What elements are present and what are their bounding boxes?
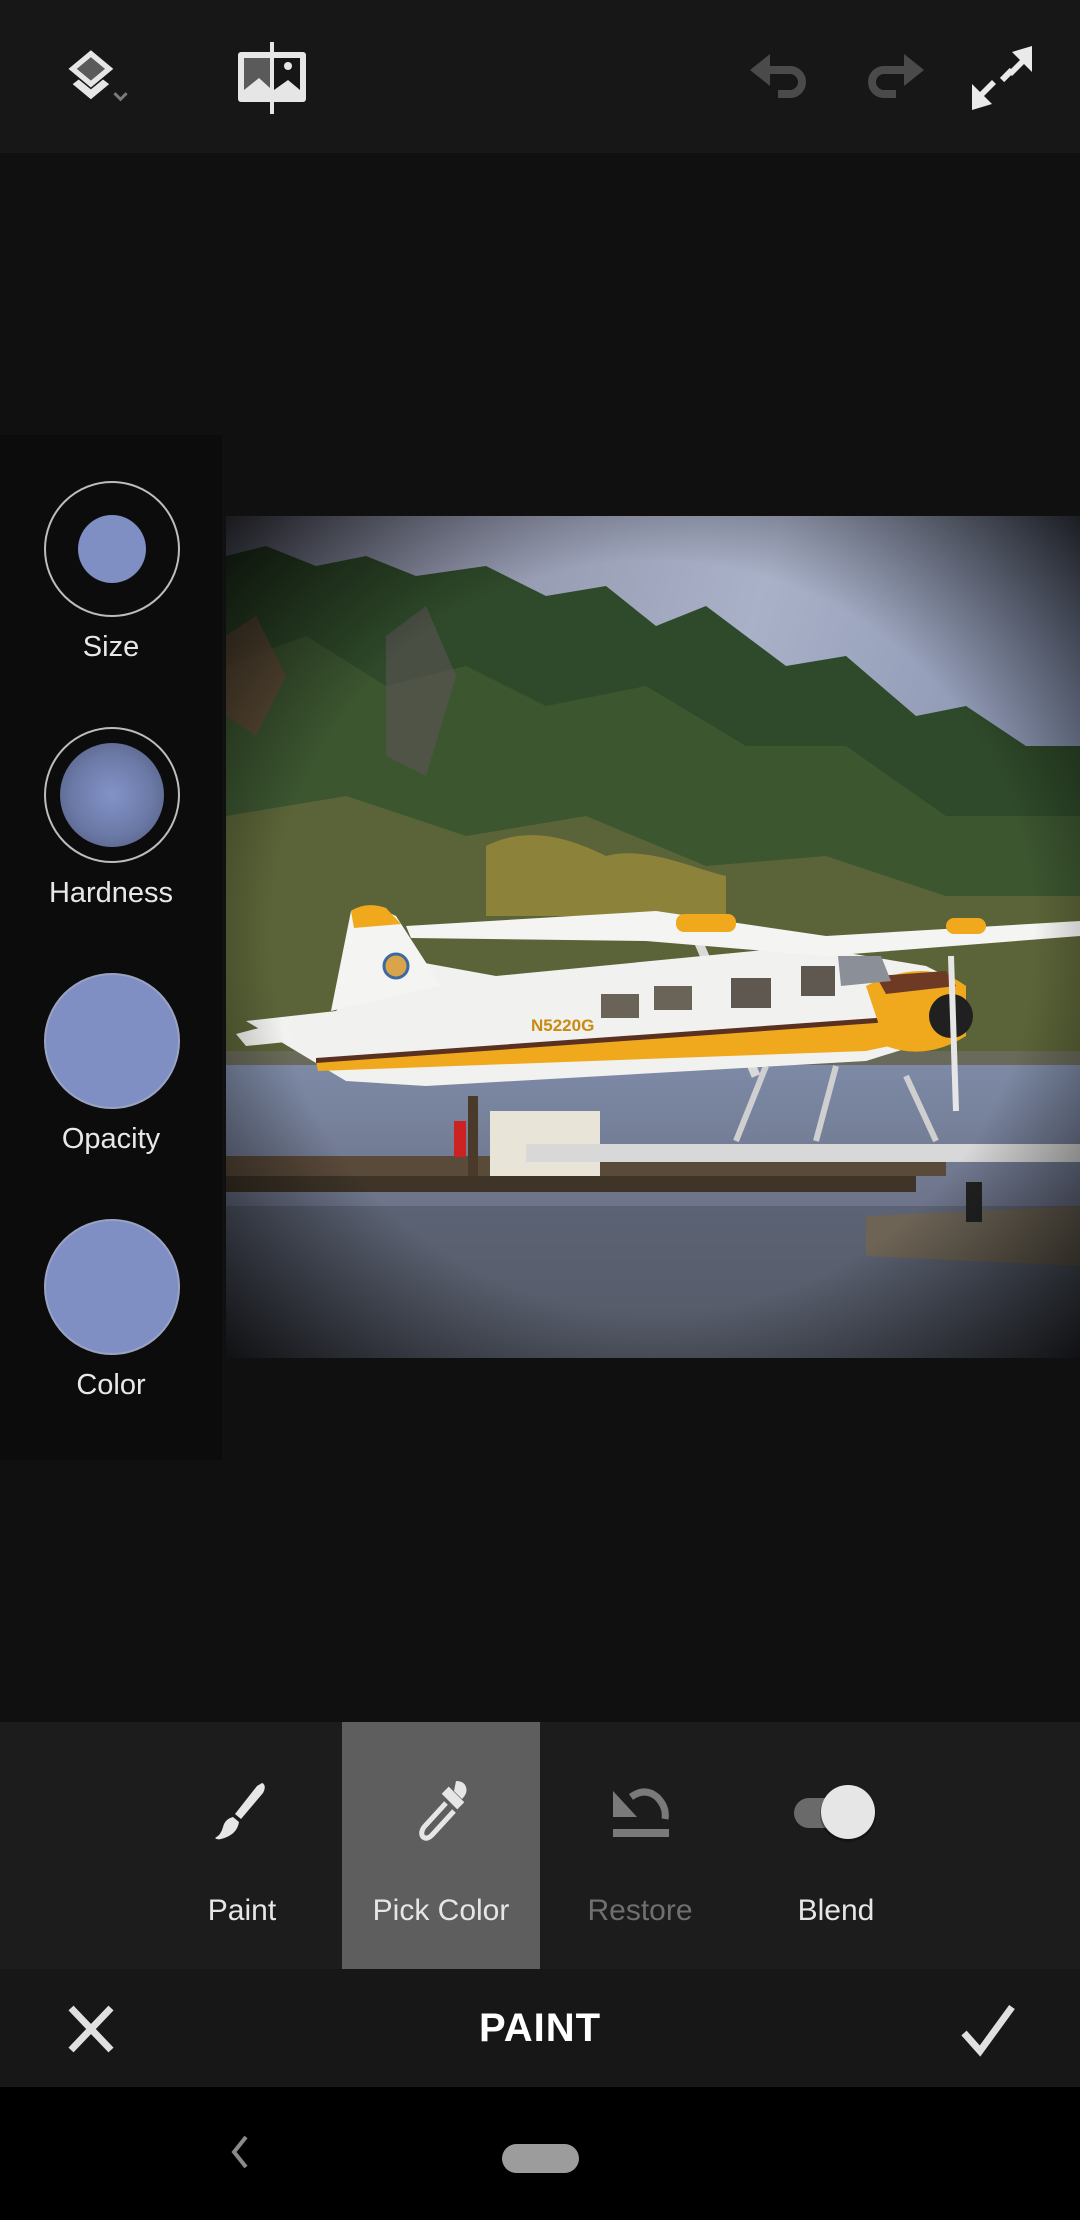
back-button[interactable] (222, 2127, 256, 2177)
restore-icon (613, 1788, 669, 1837)
tool-paint[interactable]: Paint (143, 1722, 341, 1969)
brush-size-control[interactable]: Size (0, 481, 222, 727)
color-swatch[interactable] (44, 1219, 180, 1355)
opacity-label: Opacity (61, 1123, 161, 1155)
eyedropper-icon (419, 1781, 467, 1841)
system-navigation-bar (0, 2087, 1080, 2220)
top-toolbar (0, 0, 1080, 153)
tool-restore-label: Restore (587, 1894, 693, 1927)
size-preview-dot (78, 515, 146, 583)
fullscreen-button[interactable] (964, 40, 1040, 116)
hardness-preview (60, 743, 164, 847)
tool-pick-color[interactable]: Pick Color (342, 1722, 540, 1969)
compare-button[interactable] (234, 40, 310, 116)
home-pill-button[interactable] (502, 2144, 579, 2173)
redo-icon (868, 54, 924, 98)
checkmark-icon (961, 2004, 1015, 2057)
brush-hardness-control[interactable]: Hardness (0, 727, 222, 973)
floatplane-photo: N5220G (226, 516, 1080, 1358)
mode-title: PAINT (478, 2006, 602, 2050)
undo-icon (750, 54, 806, 98)
paint-tools-bar: Paint Pick Color Restore Blend (0, 1722, 1080, 1969)
brush-settings-panel: Size Hardness Opacity Color (0, 435, 222, 1460)
fullscreen-expand-icon (972, 46, 1032, 110)
hardness-dial[interactable] (44, 727, 180, 863)
mode-footer-bar: PAINT (0, 1969, 1080, 2087)
layers-icon (68, 50, 128, 102)
tool-pick-color-label: Pick Color (372, 1894, 510, 1927)
layers-button[interactable] (62, 40, 138, 116)
tool-restore[interactable]: Restore (541, 1722, 739, 1969)
photo-canvas[interactable]: N5220G (226, 516, 1080, 1358)
tool-blend-label: Blend (797, 1894, 875, 1927)
brush-opacity-control[interactable]: Opacity (0, 973, 222, 1219)
opacity-dial[interactable] (44, 973, 180, 1109)
toggle-icon[interactable] (786, 1777, 886, 1847)
undo-button[interactable] (744, 40, 820, 116)
color-label: Color (76, 1369, 146, 1401)
brush-color-control[interactable]: Color (0, 1219, 222, 1465)
tool-blend[interactable]: Blend (737, 1722, 935, 1969)
redo-button[interactable] (854, 40, 930, 116)
size-label: Size (82, 631, 140, 663)
hardness-label: Hardness (48, 877, 174, 909)
tool-paint-label: Paint (207, 1894, 277, 1927)
confirm-button[interactable] (952, 1993, 1024, 2065)
back-chevron-icon (231, 2135, 248, 2169)
size-dial[interactable] (44, 481, 180, 617)
paintbrush-icon (215, 1783, 265, 1840)
compare-before-after-icon (238, 42, 306, 114)
